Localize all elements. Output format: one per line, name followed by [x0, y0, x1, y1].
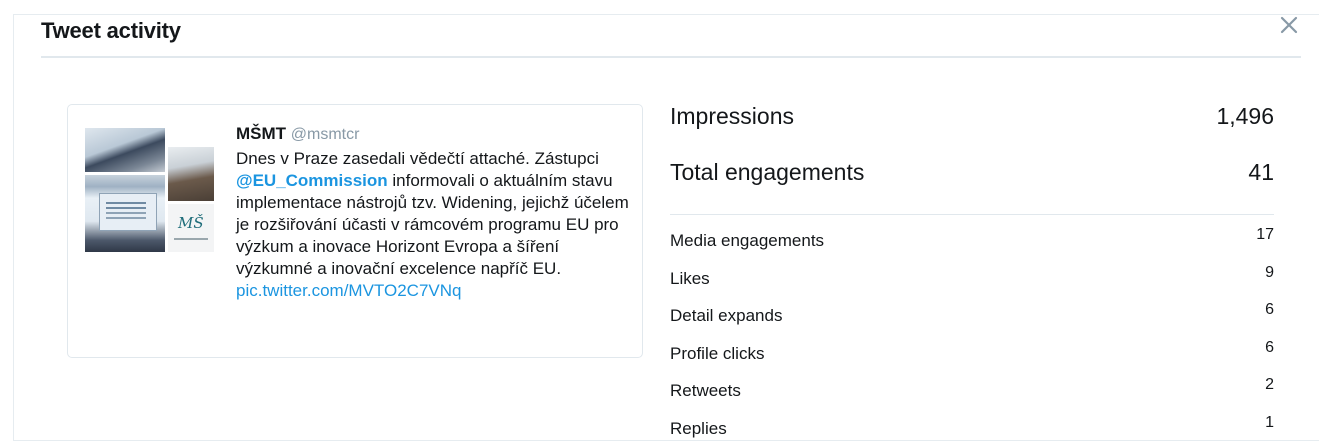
- presentation-screen: [99, 193, 157, 231]
- metric-value: 17: [1256, 226, 1274, 243]
- tweet-media-grid[interactable]: MŠ: [85, 128, 214, 252]
- tweet-text-part-1: Dnes v Praze zasedali vědečtí attaché. Z…: [236, 149, 599, 168]
- metric-label: Detail expands: [670, 306, 783, 326]
- mention-link[interactable]: @EU_Commission: [236, 171, 388, 190]
- metric-row-replies: Replies 1: [670, 403, 1274, 441]
- metric-row-profile-clicks: Profile clicks 6: [670, 328, 1274, 366]
- metric-row-likes: Likes 9: [670, 253, 1274, 291]
- metric-label: Media engagements: [670, 231, 825, 250]
- metric-label: Likes: [670, 268, 710, 288]
- metric-label: Replies: [670, 418, 727, 438]
- metric-value: 1: [1265, 413, 1274, 431]
- impressions-value: 1,496: [1216, 103, 1274, 129]
- author-handle[interactable]: @msmtcr: [291, 126, 360, 143]
- close-icon: [1280, 16, 1298, 34]
- total-engagements-value: 41: [1248, 159, 1274, 185]
- media-photo-1[interactable]: [85, 128, 165, 172]
- dialog-header: Tweet activity: [41, 15, 1301, 58]
- tweet-body: MŠMT @msmtcr Dnes v Praze zasedali vědeč…: [236, 123, 631, 302]
- metric-label: Profile clicks: [670, 343, 765, 363]
- total-engagements-label: Total engagements: [670, 159, 865, 185]
- tweet-author: MŠMT @msmtcr: [236, 123, 631, 146]
- metric-label: Retweets: [670, 381, 741, 401]
- metric-value: 2: [1265, 376, 1274, 394]
- impressions-label: Impressions: [670, 103, 794, 129]
- metric-row-media-engagements: Media engagements 17: [670, 215, 1274, 253]
- metric-value: 6: [1265, 301, 1274, 319]
- tweet-card[interactable]: MŠ MŠMT @msmtcr Dnes v Praze zasedali vě…: [67, 104, 643, 358]
- logo-caption-line: [174, 238, 208, 240]
- metric-row-retweets: Retweets 2: [670, 365, 1274, 403]
- msmt-logo: MŠ: [178, 214, 204, 232]
- metric-value: 9: [1265, 263, 1274, 281]
- impressions-row: Impressions 1,496: [670, 99, 1274, 155]
- tweet-text: Dnes v Praze zasedali vědečtí attaché. Z…: [236, 148, 631, 302]
- pic-link[interactable]: pic.twitter.com/MVTO2C7VNq: [236, 281, 461, 300]
- author-name[interactable]: MŠMT: [236, 124, 286, 143]
- metrics-panel: Impressions 1,496 Total engagements 41 M…: [670, 99, 1274, 441]
- metric-row-detail-expands: Detail expands 6: [670, 290, 1274, 328]
- metric-value: 6: [1265, 338, 1274, 356]
- close-button[interactable]: [1277, 13, 1303, 39]
- total-engagements-row: Total engagements 41: [670, 155, 1274, 211]
- tweet-activity-dialog: Tweet activity MŠ MŠMT @msmtcr Dnes v Pr…: [13, 14, 1319, 441]
- media-photo-4[interactable]: MŠ: [168, 204, 214, 252]
- media-photo-3[interactable]: [85, 175, 165, 252]
- media-photo-2[interactable]: [168, 147, 214, 201]
- dialog-title: Tweet activity: [41, 18, 181, 43]
